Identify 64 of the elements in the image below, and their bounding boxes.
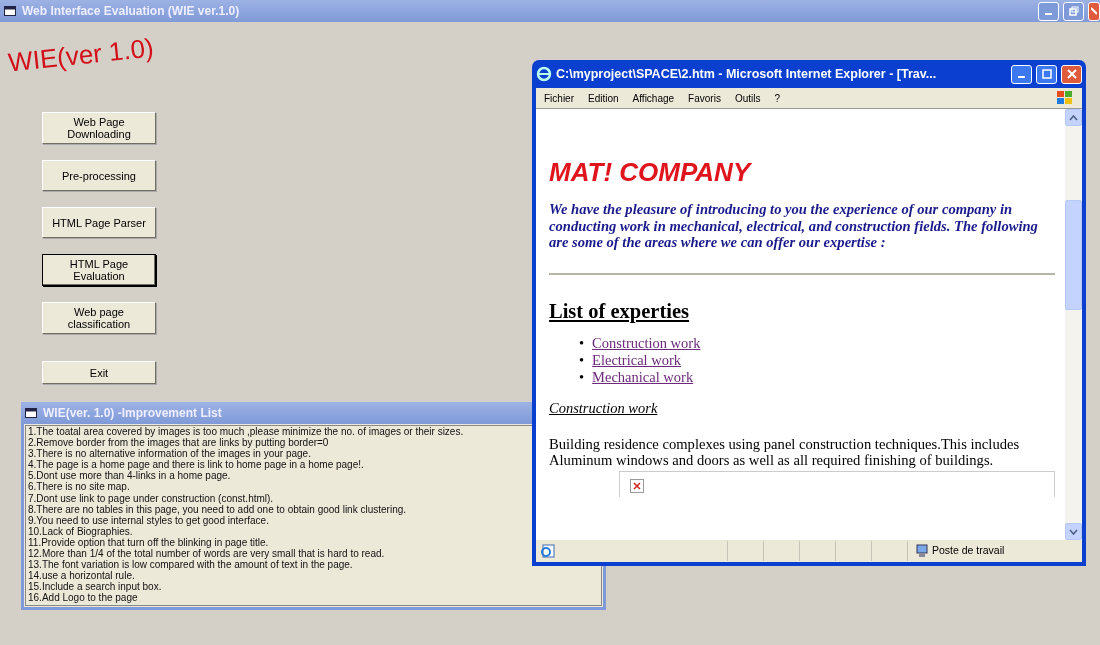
page-link[interactable]: Mechanical work [592, 369, 694, 387]
minimize-button[interactable] [1011, 64, 1032, 84]
window-title: C:\myproject\SPACE\2.htm - Microsoft Internet Explorer - [Trav... [556, 65, 937, 83]
page-icon [540, 544, 556, 558]
scroll-down-icon [1069, 528, 1078, 535]
list-item: 7.Dont use link to page under construction (const.html). [28, 492, 274, 504]
menu-item[interactable]: Edition [588, 90, 619, 106]
list-item: 16.Add Logo to the page [28, 592, 138, 604]
close-button[interactable] [1061, 64, 1082, 84]
menu-item[interactable]: Affichage [632, 90, 675, 106]
menu-button[interactable]: Exit [42, 361, 156, 384]
scroll-up-icon [1069, 114, 1078, 121]
body-paragraph: Building residence complexes using panel construction techniques.This includes Aluminum windows and doors as well as all required finishing of buildings. [549, 435, 1021, 469]
list-item: 12.More than 1/4 of the total number of words are very small that is hard to read. [28, 548, 385, 560]
scrollbar[interactable] [1065, 109, 1082, 540]
list-item: 4.The page is a home page and there is link to home page in a home page!. [28, 459, 364, 471]
close-icon [1091, 7, 1097, 15]
bullet: • [579, 335, 585, 353]
menu-item[interactable]: Outils [734, 90, 761, 106]
menu-button[interactable]: Pre-processing [42, 160, 156, 191]
list-item: 11.Provide option that turn off the blinking in page title. [28, 536, 269, 549]
list-item: 13.The font variation is low compared with the amount of text in the page. [28, 559, 353, 571]
list-item: 3.There is no alternative information of the images in your page. [28, 448, 311, 460]
maximize-icon [1041, 69, 1052, 79]
list-item: 1.The toatal area covered by images is too much ,please minimize the no. of images or their sizes. [28, 426, 464, 438]
window-title: Web Interface Evaluation (WIE ver.1.0) [22, 3, 240, 20]
logo-text: WIE(ver 1.0) [6, 31, 156, 80]
page-link[interactable]: Construction work [592, 335, 701, 353]
list-item: 10.Lack of Biographies. [28, 525, 133, 537]
window-title: WIE(ver. 1.0) -Improvement List [43, 405, 222, 422]
close-button[interactable] [1088, 1, 1100, 21]
page-link[interactable]: Electrical work [592, 352, 682, 370]
intro-paragraph: We have the pleasure of introducing to you the experience of our company in conducting work in mechanical, electrical, and construction fields. The following are some of the areas where we can offer our expertise : [549, 201, 1039, 251]
list-item: 8.There are no tables in this page, you need to add one to obtain good link clustering. [28, 503, 407, 515]
maximize-button[interactable] [1036, 64, 1057, 84]
menu-button[interactable]: HTML Page Parser [42, 207, 156, 238]
close-icon [1066, 69, 1077, 79]
list-item: 15.Include a search input box. [28, 581, 162, 593]
window-icon [25, 408, 37, 418]
page-heading: MAT! COMPANY [549, 157, 753, 187]
menu-item[interactable]: ? [774, 90, 781, 106]
list-item: 9.You need to use internal styles to get good interface. [28, 514, 269, 526]
menu-button[interactable]: Web Page Downloading [42, 112, 156, 144]
menu-item[interactable]: Favoris [688, 90, 721, 106]
browser-icon [536, 66, 552, 82]
menu-button[interactable]: HTML Page Evaluation [42, 254, 156, 286]
window-icon [4, 6, 16, 16]
list-item: 6.There is no site map. [28, 481, 130, 493]
list-item: 5.Dont use more than 4-links in a home page. [28, 470, 231, 482]
section-heading: List of experties [549, 298, 691, 324]
restore-icon [1068, 6, 1079, 16]
menu-item[interactable]: Fichier [544, 90, 574, 106]
list-item: 2.Remove border from the images that are links by putting border=0 [28, 437, 329, 449]
bullet: • [579, 369, 585, 387]
list-item: 14.use a horizontal rule. [28, 570, 135, 582]
broken-image-icon [630, 479, 644, 494]
scroll-thumb[interactable] [1065, 199, 1082, 310]
flag-icon [1056, 90, 1074, 106]
menu-button[interactable]: Web page classification [42, 302, 156, 334]
security-zone: Poste de travail [932, 543, 1005, 559]
computer-icon [916, 544, 928, 558]
subheading: Construction work [549, 399, 659, 419]
restore-button[interactable] [1063, 1, 1084, 21]
bullet: • [579, 352, 585, 370]
